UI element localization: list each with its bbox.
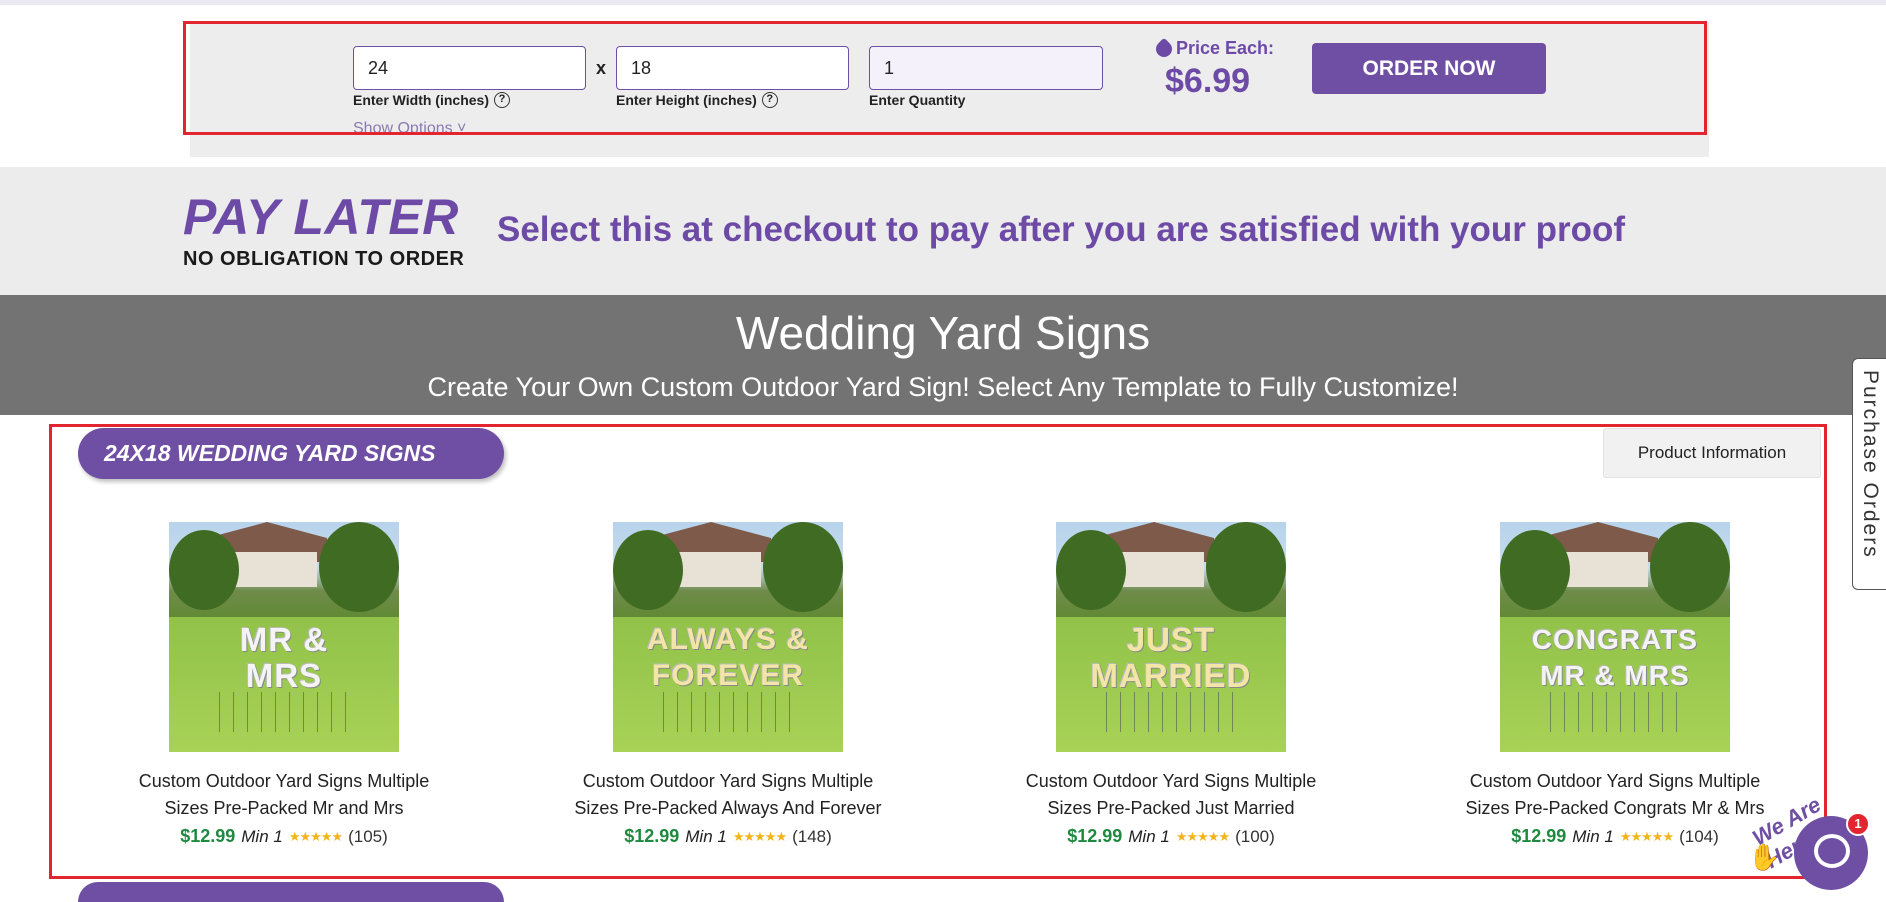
height-help-icon[interactable]: ? [761,92,778,108]
quantity-label: Enter Quantity [869,92,965,108]
product-image[interactable]: JUST MARRIED [1056,522,1286,752]
product-price: $12.99 [1067,826,1123,846]
product-card[interactable]: CONGRATS MR & MRS Custom Outdoor Yard Si… [1425,522,1805,847]
product-min-quantity: Min 1 [1572,826,1614,846]
tree [1650,522,1730,612]
product-card[interactable]: MR & MRS Custom Outdoor Yard Signs Multi… [94,522,474,847]
yard-sign-line: MRS [245,657,323,694]
page-subtitle: Create Your Own Custom Outdoor Yard Sign… [427,372,1459,402]
review-count[interactable]: (104) [1679,827,1719,847]
product-title[interactable]: Custom Outdoor Yard Signs Multiple Sizes… [94,768,474,822]
product-title[interactable]: Custom Outdoor Yard Signs Multiple Sizes… [981,768,1361,822]
review-count[interactable]: (105) [348,827,388,847]
product-information-button[interactable]: Product Information [1603,428,1821,478]
tree [1206,522,1286,612]
yard-sign-line: FOREVER [651,659,805,692]
product-meta: $12.99 Min 1 ★★★★★ (148) [538,826,918,847]
pay-later-subtitle: NO OBLIGATION TO ORDER [183,248,465,270]
product-card[interactable]: JUST MARRIED Custom Outdoor Yard Signs M… [981,522,1361,847]
tree [1056,530,1126,610]
chat-notification-badge: 1 [1846,812,1870,836]
product-title-line: Custom Outdoor Yard Signs Multiple [138,771,430,791]
product-image[interactable]: ALWAYS & FOREVER [613,522,843,752]
tree [169,530,239,610]
tree [1500,530,1570,610]
price-value: $6.99 [1165,62,1251,100]
waving-hand-icon: ✋ [1748,842,1781,872]
product-title-line: Custom Outdoor Yard Signs Multiple [1025,771,1317,791]
width-label: Enter Width (inches) ? [353,92,510,108]
product-min-quantity: Min 1 [685,826,727,846]
price-tag-icon [1152,37,1176,60]
pay-later-description: Select this at checkout to pay after you… [497,210,1626,249]
product-price: $12.99 [1511,826,1567,846]
sign-stakes [1106,692,1236,732]
dimension-separator: x [596,58,607,78]
product-price: $12.99 [624,826,680,846]
review-count[interactable]: (148) [792,827,832,847]
yard-sign-line: MR & [239,621,329,658]
product-price: $12.99 [180,826,236,846]
section-title-pill: 24X18 WEDDING YARD SIGNS [78,428,504,479]
product-meta: $12.99 Min 1 ★★★★★ (100) [981,826,1361,847]
yard-sign-text: JUST MARRIED [1056,622,1286,694]
star-rating-icon: ★★★★★ [1619,828,1674,844]
product-title-line: Sizes Pre-Packed Always And Forever [574,798,882,818]
product-image[interactable]: CONGRATS MR & MRS [1500,522,1730,752]
yard-sign-line: ALWAYS & [647,623,809,656]
height-input[interactable]: 18 [616,46,849,90]
sign-stakes [219,692,349,732]
review-count[interactable]: (100) [1235,827,1275,847]
page-title: Wedding Yard Signs [735,307,1151,359]
product-title-line: Sizes Pre-Packed Just Married [1047,798,1295,818]
product-title-line: Custom Outdoor Yard Signs Multiple [1469,771,1761,791]
product-title-line: Custom Outdoor Yard Signs Multiple [582,771,874,791]
yard-sign-line: CONGRATS [1531,624,1699,655]
height-label: Enter Height (inches) ? [616,92,778,108]
price-label-text: Price Each: [1176,38,1275,58]
width-input[interactable]: 24 [353,46,586,90]
star-rating-icon: ★★★★★ [732,828,787,844]
product-min-quantity: Min 1 [241,826,283,846]
next-section-pill [78,882,504,902]
star-rating-icon: ★★★★★ [288,828,343,844]
order-now-button[interactable]: ORDER NOW [1312,43,1546,94]
quantity-label-text: Enter Quantity [869,92,966,108]
star-rating-icon: ★★★★★ [1175,828,1230,844]
product-title[interactable]: Custom Outdoor Yard Signs Multiple Sizes… [538,768,918,822]
width-help-icon[interactable]: ? [494,92,510,108]
tree [319,522,399,612]
top-border [0,0,1886,5]
product-title-line: Sizes Pre-Packed Mr and Mrs [164,798,404,818]
width-label-text: Enter Width (inches) [353,92,489,108]
yard-sign-line: JUST [1126,621,1216,658]
product-image[interactable]: MR & MRS [169,522,399,752]
yard-sign-line: MARRIED [1090,657,1252,694]
yard-sign-text: CONGRATS MR & MRS [1500,622,1730,694]
yard-sign-line: MR & MRS [1540,660,1690,691]
chat-icon [1814,834,1850,868]
product-title-line: Sizes Pre-Packed Congrats Mr & Mrs [1465,798,1765,818]
product-min-quantity: Min 1 [1128,826,1170,846]
tree [763,522,843,612]
yard-sign-text: ALWAYS & FOREVER [613,622,843,694]
purchase-orders-label[interactable]: Purchase Orders [1858,370,1882,559]
price-label: Price Each: [1152,37,1275,60]
tree [613,530,683,610]
product-title[interactable]: Custom Outdoor Yard Signs Multiple Sizes… [1425,768,1805,822]
quantity-input[interactable]: 1 [869,46,1103,90]
sign-stakes [1550,692,1680,732]
yard-sign-text: MR & MRS [169,622,399,694]
sign-stakes [663,692,793,732]
product-meta: $12.99 Min 1 ★★★★★ (105) [94,826,474,847]
product-card[interactable]: ALWAYS & FOREVER Custom Outdoor Yard Sig… [538,522,918,847]
show-options-link[interactable]: Show Options ˅ [353,118,466,134]
pay-later-title: PAY LATER [183,189,459,245]
height-label-text: Enter Height (inches) [616,92,757,108]
